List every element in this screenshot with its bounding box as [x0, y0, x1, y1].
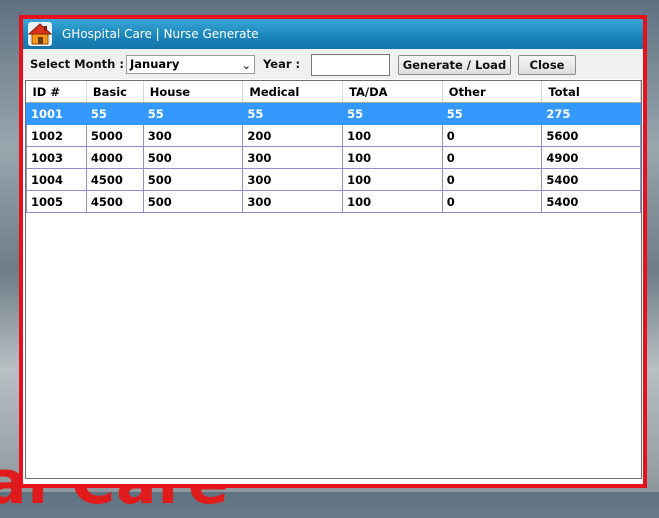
column-header-id[interactable]: ID #: [26, 81, 87, 103]
cell-basic[interactable]: 4000: [85, 146, 144, 169]
cell-other[interactable]: 55: [441, 102, 543, 125]
cell-medical[interactable]: 55: [242, 102, 344, 125]
cell-other[interactable]: 0: [441, 146, 543, 169]
cell-basic[interactable]: 4500: [85, 190, 144, 213]
cell-tada[interactable]: 55: [342, 102, 443, 125]
cell-total[interactable]: 5400: [541, 190, 641, 213]
cell-medical[interactable]: 300: [242, 146, 344, 169]
table-row[interactable]: 1002 5000 300 200 100 0 5600: [26, 124, 641, 147]
cell-tada[interactable]: 100: [342, 190, 443, 213]
column-header-medical[interactable]: Medical: [242, 81, 344, 103]
chevron-down-icon[interactable]: ⌄: [242, 57, 251, 74]
cell-house[interactable]: 55: [142, 102, 244, 125]
cell-medical[interactable]: 200: [242, 124, 344, 147]
title-bar: GHospital Care | Nurse Generate: [23, 19, 643, 49]
table-header-row: ID # Basic House Medical TA/DA Other Tot…: [26, 81, 641, 103]
cell-other[interactable]: 0: [441, 190, 543, 213]
column-header-total[interactable]: Total: [541, 81, 641, 103]
cell-house[interactable]: 500: [142, 146, 244, 169]
cell-tada[interactable]: 100: [342, 168, 443, 191]
close-button[interactable]: Close: [518, 55, 576, 75]
year-label: Year :: [263, 57, 301, 71]
cell-id[interactable]: 1004: [26, 168, 87, 191]
cell-basic[interactable]: 5000: [85, 124, 144, 147]
generate-load-button[interactable]: Generate / Load: [398, 55, 511, 75]
nurse-generate-window: GHospital Care | Nurse Generate Select M…: [19, 15, 647, 488]
cell-house[interactable]: 500: [142, 190, 244, 213]
home-icon: [27, 22, 53, 46]
cell-medical[interactable]: 300: [242, 190, 344, 213]
cell-tada[interactable]: 100: [342, 124, 443, 147]
cell-id[interactable]: 1002: [26, 124, 87, 147]
cell-house[interactable]: 500: [142, 168, 244, 191]
cell-total[interactable]: 275: [541, 102, 641, 125]
cell-house[interactable]: 300: [142, 124, 244, 147]
cell-total[interactable]: 5400: [541, 168, 641, 191]
toolbar: Select Month : January ⌄ Year : Generate…: [23, 49, 643, 79]
month-select-value: January: [130, 57, 180, 71]
nurse-salary-grid[interactable]: ID # Basic House Medical TA/DA Other Tot…: [25, 80, 642, 479]
cell-id[interactable]: 1001: [26, 102, 87, 125]
cell-other[interactable]: 0: [441, 124, 543, 147]
cell-id[interactable]: 1003: [26, 146, 87, 169]
table-row[interactable]: 1003 4000 500 300 100 0 4900: [26, 146, 641, 169]
table-row[interactable]: 1005 4500 500 300 100 0 5400: [26, 190, 641, 213]
cell-tada[interactable]: 100: [342, 146, 443, 169]
month-select[interactable]: January ⌄: [126, 55, 255, 74]
column-header-other[interactable]: Other: [442, 81, 543, 103]
column-header-house[interactable]: House: [143, 81, 244, 103]
salary-table: ID # Basic House Medical TA/DA Other Tot…: [26, 81, 641, 213]
cell-total[interactable]: 5600: [541, 124, 641, 147]
cell-basic[interactable]: 4500: [85, 168, 144, 191]
column-header-tada[interactable]: TA/DA: [342, 81, 443, 103]
cell-basic[interactable]: 55: [85, 102, 144, 125]
cell-other[interactable]: 0: [441, 168, 543, 191]
column-header-basic[interactable]: Basic: [86, 81, 144, 103]
select-month-label: Select Month :: [30, 57, 124, 71]
table-row[interactable]: 1004 4500 500 300 100 0 5400: [26, 168, 641, 191]
window-title: GHospital Care | Nurse Generate: [62, 27, 259, 41]
table-row[interactable]: 1001 55 55 55 55 55 275: [26, 102, 641, 125]
year-input[interactable]: [311, 54, 390, 76]
cell-id[interactable]: 1005: [26, 190, 87, 213]
cell-medical[interactable]: 300: [242, 168, 344, 191]
cell-total[interactable]: 4900: [541, 146, 641, 169]
